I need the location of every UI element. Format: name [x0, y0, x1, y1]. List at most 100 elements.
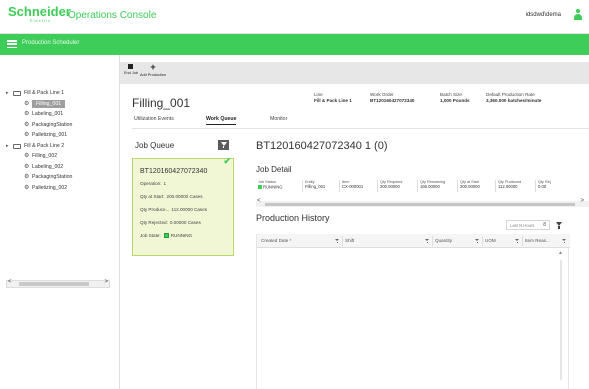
station-icon: ⚙	[24, 163, 30, 170]
column-separator	[522, 236, 523, 246]
tab-work-queue[interactable]: Work Queue	[206, 116, 237, 125]
tree-horizontal-scrollbar[interactable]: < >	[6, 279, 110, 288]
batch-size-info: Batch Size 1,000 Pounds	[440, 92, 470, 103]
tree-station-node[interactable]: ⚙ PackagingStation	[6, 172, 110, 183]
production-history-grid: Created Date * Shift Quantity UOM Item Reas.…	[256, 234, 570, 389]
job-qty-produced: Qty Produce... 112.00000 Cases	[140, 207, 208, 212]
grid-column-header[interactable]: UOM	[485, 238, 496, 243]
scroll-left-arrow[interactable]: <	[257, 198, 261, 204]
tree-node-label: Labeling_002	[32, 163, 64, 170]
end-job-button[interactable]: End Job	[124, 64, 138, 75]
column-filter-icon[interactable]	[425, 239, 430, 244]
column-separator	[302, 180, 303, 192]
stop-icon	[128, 64, 134, 69]
job-detail-column: Job Status RUNNING	[258, 180, 283, 189]
scroll-left-arrow[interactable]: <	[8, 279, 12, 285]
scroll-right-arrow[interactable]: >	[104, 279, 108, 285]
scroll-thumb[interactable]	[560, 260, 562, 380]
nav-title: Production Scheduler	[22, 40, 80, 46]
tree-node-label: Fill & Pack Line 1	[24, 90, 65, 96]
production-history-filter-icon[interactable]	[554, 220, 564, 230]
tree-line-node[interactable]: ▸ Fill & Pack Line 1	[6, 88, 110, 99]
tree-station-node[interactable]: ⚙ Filling_001	[6, 99, 110, 110]
schneider-logo: Schneider Electric	[8, 4, 71, 23]
hamburger-menu-icon[interactable]	[7, 40, 17, 49]
column-separator	[339, 180, 340, 192]
column-separator	[495, 180, 496, 192]
column-separator	[432, 236, 433, 246]
tree-node-label: Fill & Pack Line 2	[24, 142, 65, 149]
job-operation: Operation: 1	[140, 181, 167, 186]
tree-station-node[interactable]: ⚙ Filling_002	[6, 151, 110, 162]
job-card[interactable]: ✔ BT120160427072340 Operation: 1 Qty at S…	[132, 156, 234, 256]
production-history-title: Production History	[256, 213, 330, 223]
action-toolbar: End Job + Add Production	[120, 62, 589, 84]
column-filter-icon[interactable]	[515, 239, 520, 244]
job-queue-title: Job Queue	[135, 141, 175, 150]
tree-line-node[interactable]: ▸ Fill & Pack Line 2	[6, 141, 110, 152]
user-icon[interactable]	[573, 9, 583, 21]
job-detail-column: Qty Remaining 166.00000	[420, 180, 446, 189]
job-detail-column: Qty Produced 112.00000	[498, 180, 522, 189]
column-separator	[535, 180, 536, 192]
station-icon: ⚙	[24, 132, 30, 138]
tree-station-node[interactable]: ⚙ Palletizing_001	[6, 130, 110, 141]
grid-column-header[interactable]: Quantity	[435, 238, 452, 243]
grid-column-header[interactable]: Created Date *	[261, 238, 291, 243]
tree-station-node[interactable]: ⚙ PackagingStation	[6, 120, 110, 131]
station-icon: ⚙	[24, 121, 30, 128]
station-icon: ⚙	[24, 111, 30, 117]
column-separator	[482, 236, 483, 246]
column-filter-icon[interactable]	[562, 239, 567, 244]
job-detail-column: Entity Filling_001	[305, 180, 326, 189]
job-detail-table: Job Status RUNNING Entity Filling_001 Item CX…	[256, 180, 589, 198]
job-detail-title: Job Detail	[256, 165, 292, 174]
tab-utilization-events[interactable]: Utilization Events	[134, 116, 174, 122]
nav-bar: Production Scheduler	[0, 34, 589, 55]
folder-icon	[13, 143, 21, 149]
grid-column-header[interactable]: Item Reas...	[525, 238, 550, 243]
job-detail-column: Item CX-000001	[342, 180, 364, 189]
grid-column-header[interactable]: Shift	[345, 238, 354, 243]
job-detail-scrollbar[interactable]: < >	[256, 198, 589, 207]
tree-station-node[interactable]: ⚙ Labeling_001	[6, 109, 110, 120]
user-name[interactable]: idsdwd\dema	[526, 12, 561, 18]
station-icon: ⚙	[24, 153, 30, 159]
expand-toggle-icon[interactable]: ▸	[6, 88, 9, 99]
scroll-up-arrow[interactable]: ▲	[558, 250, 563, 256]
column-separator	[457, 180, 458, 192]
job-queue-filter-icon[interactable]	[218, 140, 229, 150]
job-qty-start: Qty at Start: 200.00000 Cases	[140, 194, 203, 199]
production-rate-info: Default Production Rate 3,360.000 batche…	[486, 92, 542, 103]
tree-node-label: Palletizing_002	[32, 184, 68, 191]
scroll-right-arrow[interactable]: >	[580, 198, 584, 204]
station-icon: ⚙	[24, 174, 30, 180]
folder-icon	[13, 91, 21, 96]
tree-station-node[interactable]: ⚙ Labeling_002	[6, 162, 110, 173]
scroll-thumb[interactable]	[265, 202, 575, 206]
entity-tree: ▸ Fill & Pack Line 1 ⚙ Filling_001 ⚙ Labeling…	[6, 88, 110, 193]
line-info: Line Fill & Pack Line 1	[314, 92, 352, 103]
tree-node-label: Palletizing_001	[32, 132, 68, 138]
top-bar: Schneider Electric Operations Console id…	[0, 0, 589, 34]
tree-node-label: Labeling_001	[32, 111, 64, 117]
job-detail-column: Qty Required 200.00000	[380, 180, 403, 189]
app-title: Operations Console	[68, 10, 157, 21]
grid-vertical-scrollbar[interactable]: ▲	[558, 250, 564, 389]
time-range-select[interactable]: Last N Hours 8	[506, 220, 550, 230]
running-status-icon	[163, 233, 169, 238]
entity-title: Filling_001	[132, 96, 191, 110]
tab-monitor[interactable]: Monitor	[270, 116, 287, 122]
column-separator	[342, 236, 343, 246]
column-filter-icon[interactable]	[475, 239, 480, 244]
tree-station-node[interactable]: ⚙ Palletizing_002	[6, 183, 110, 194]
add-production-button[interactable]: + Add Production	[140, 63, 166, 78]
tree-node-label: Filling_001	[32, 99, 66, 108]
expand-toggle-icon[interactable]: ▸	[6, 141, 9, 152]
running-status-icon	[258, 184, 262, 189]
column-filter-icon[interactable]	[335, 239, 340, 244]
grid-header: Created Date * Shift Quantity UOM Item Reas.…	[257, 234, 570, 248]
scroll-thumb[interactable]	[19, 282, 89, 286]
job-state: Job State: RUNNING	[140, 233, 193, 238]
job-qty-rejected: Qty Rejected: 0.00000 Cases	[140, 220, 201, 225]
